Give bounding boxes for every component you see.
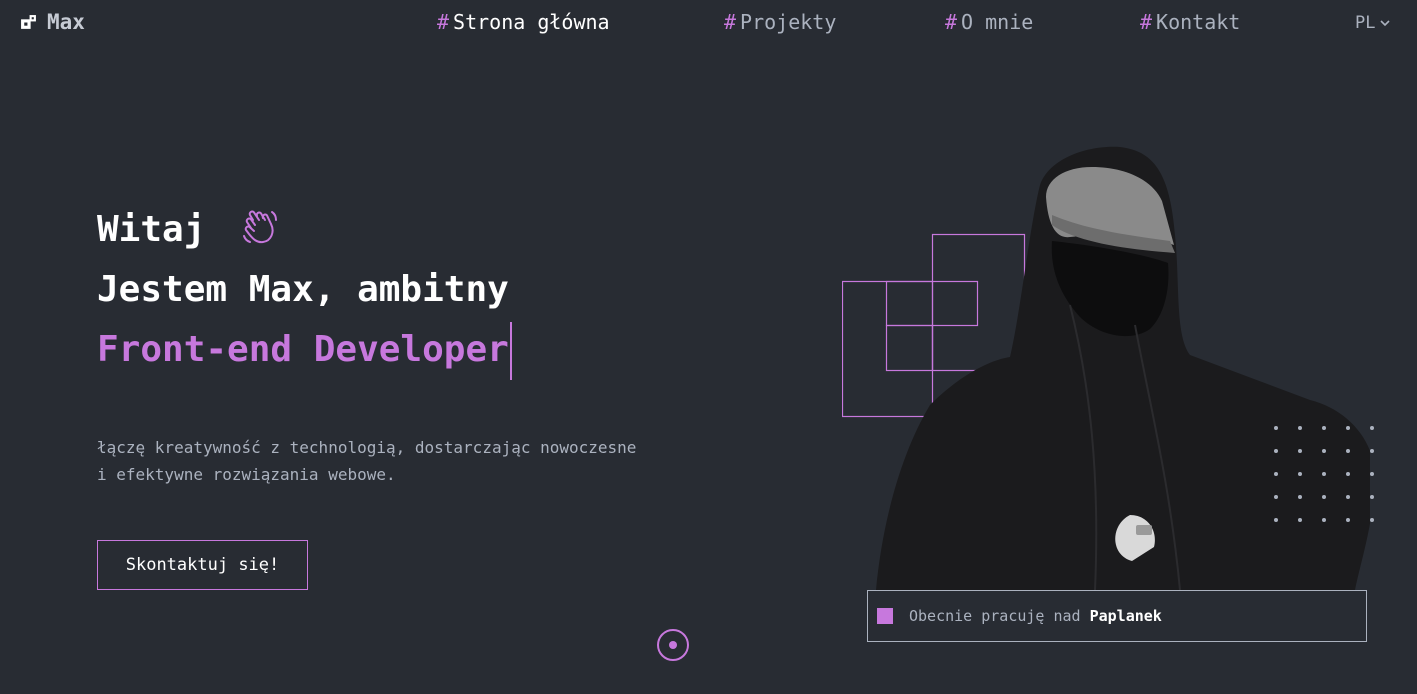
grid-dot <box>1322 472 1326 476</box>
role-text: Front-end Developer <box>97 329 509 370</box>
grid-dot <box>1274 518 1278 522</box>
dot-grid-decoration <box>1274 426 1374 522</box>
grid-dot <box>1298 449 1302 453</box>
grid-dot <box>1298 495 1302 499</box>
grid-dot <box>1298 426 1302 430</box>
grid-dot <box>1346 449 1350 453</box>
language-selector[interactable]: PL <box>1355 13 1391 33</box>
nav-label: Kontakt <box>1156 10 1241 34</box>
nav-label: O mnie <box>961 10 1034 34</box>
grid-dot <box>1322 518 1326 522</box>
description-line-2: i efektywne rozwiązania webowe. <box>97 465 396 484</box>
grid-dot <box>1322 449 1326 453</box>
nav-link-projects[interactable]: # Projekty <box>724 10 836 34</box>
grid-dot <box>1298 518 1302 522</box>
nav-hash: # <box>724 10 737 34</box>
grid-dot <box>1346 472 1350 476</box>
hero-title: Witaj Jestem Max, ambitny Front-end Deve… <box>97 200 512 380</box>
grid-dot <box>1370 472 1374 476</box>
nav-link-about[interactable]: # O mnie <box>945 10 1033 34</box>
current-project-status: Obecnie pracuję nad Paplanek <box>867 590 1367 642</box>
waving-hand-icon <box>243 210 278 244</box>
contact-button[interactable]: Skontaktuj się! <box>97 540 308 590</box>
typing-caret <box>509 322 512 380</box>
role-line: Front-end Developer <box>97 320 512 380</box>
nav-hash: # <box>945 10 958 34</box>
grid-dot <box>1346 426 1350 430</box>
grid-dot <box>1298 472 1302 476</box>
grid-dot <box>1346 495 1350 499</box>
grid-dot <box>1274 495 1278 499</box>
grid-dot <box>1274 426 1278 430</box>
logo-icon <box>21 14 36 29</box>
grid-dot <box>1274 472 1278 476</box>
nav-hash: # <box>1140 10 1153 34</box>
nav-link-contact[interactable]: # Kontakt <box>1140 10 1240 34</box>
grid-dot <box>1346 518 1350 522</box>
grid-dot <box>1322 495 1326 499</box>
nav-label: Strona główna <box>453 10 610 34</box>
hero-description: łączę kreatywność z technologią, dostarc… <box>97 434 737 488</box>
grid-dot <box>1274 449 1278 453</box>
logo-text: Max <box>47 10 85 34</box>
status-project: Paplanek <box>1089 607 1162 625</box>
grid-dot <box>1370 495 1374 499</box>
logo-link[interactable]: Max <box>20 10 85 34</box>
greeting-text: Witaj <box>97 209 206 250</box>
description-line-1: łączę kreatywność z technologią, dostarc… <box>97 438 637 457</box>
grid-dot <box>1370 449 1374 453</box>
status-text: Obecnie pracuję nad <box>909 607 1081 625</box>
top-navigation: Max # Strona główna # Projekty # O mnie # Ko… <box>0 0 1417 48</box>
grid-dot <box>1370 426 1374 430</box>
grid-dot <box>1322 426 1326 430</box>
status-indicator <box>877 608 893 624</box>
nav-link-home[interactable]: # Strona główna <box>437 10 610 34</box>
grid-dot <box>1370 518 1374 522</box>
chevron-down-icon <box>1380 19 1391 26</box>
greeting-line: Witaj <box>97 200 512 260</box>
nav-label: Projekty <box>740 10 837 34</box>
nav-hash: # <box>437 10 450 34</box>
language-label: PL <box>1355 13 1376 33</box>
scroll-indicator[interactable] <box>657 629 689 661</box>
intro-line: Jestem Max, ambitny <box>97 269 509 310</box>
